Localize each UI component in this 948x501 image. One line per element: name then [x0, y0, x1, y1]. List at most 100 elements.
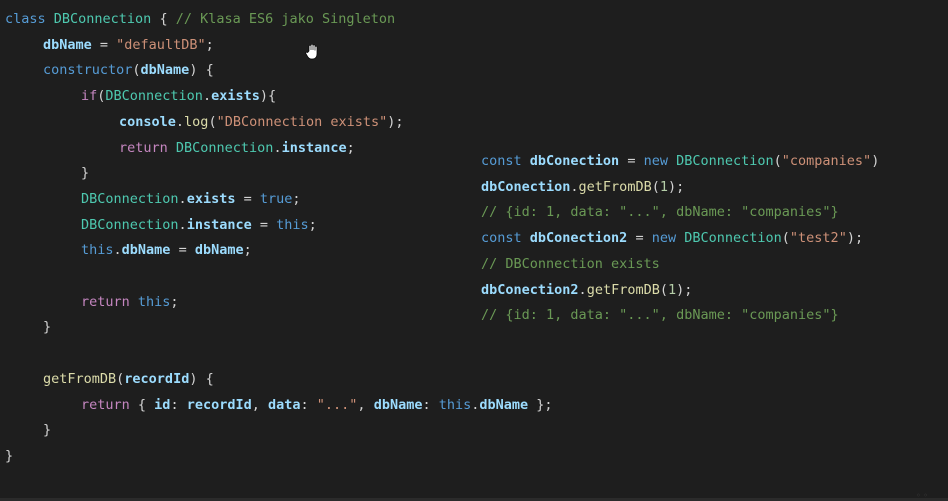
- code-token: ,: [357, 396, 374, 413]
- code-token: if: [81, 88, 98, 105]
- hand-pointer-icon: [305, 44, 318, 60]
- code-token: (: [208, 113, 217, 130]
- code-line: return this;: [81, 293, 179, 311]
- code-token: data: [268, 396, 301, 413]
- code-token: // {id: 1, data: "...", dbName: "compani…: [481, 204, 839, 221]
- code-token: ;: [308, 216, 317, 233]
- code-token: "DBConnection exists": [216, 113, 388, 130]
- code-token: DBConnection: [105, 88, 203, 105]
- code-token: .: [175, 113, 185, 130]
- code-token: this: [137, 293, 171, 310]
- code-token: "companies": [781, 153, 872, 169]
- code-token: =: [251, 216, 277, 233]
- code-line: // {id: 1, data: "...", dbName: "compani…: [481, 203, 839, 221]
- code-token: this: [81, 242, 114, 259]
- code-token: // {id: 1, data: "...", dbName: "compani…: [481, 307, 839, 324]
- code-token: .: [113, 242, 122, 259]
- code-token: "test2": [789, 230, 847, 247]
- code-line: console.log("DBConnection exists");: [119, 113, 404, 131]
- code-token: );: [667, 178, 685, 195]
- code-token: dbName: [194, 242, 244, 259]
- code-token: 1: [667, 281, 677, 298]
- code-line: getFromDB(recordId) {: [43, 370, 214, 388]
- code-token: =: [619, 153, 644, 169]
- code-token: .: [273, 139, 282, 156]
- corner-mark: ◦ ◦: [916, 491, 928, 500]
- code-token: :: [300, 396, 317, 413]
- code-token: dbConection: [481, 178, 571, 195]
- code-token: {: [151, 11, 176, 27]
- code-line: this.dbName = dbName;: [81, 241, 252, 259]
- code-line: return DBConnection.instance;: [119, 139, 355, 157]
- code-token: ,: [251, 396, 268, 413]
- code-token: };: [528, 396, 553, 413]
- code-token: }: [43, 319, 52, 336]
- code-token: DBConnection: [175, 139, 274, 156]
- code-editor[interactable]: class DBConnection { // Klasa ES6 jako S…: [0, 0, 948, 501]
- code-token: dbName: [373, 396, 423, 413]
- code-line: // {id: 1, data: "...", dbName: "compani…: [481, 306, 839, 324]
- code-line: dbConection.getFromDB(1);: [481, 178, 684, 196]
- code-token: new: [651, 230, 685, 247]
- code-token: :: [170, 396, 187, 413]
- code-token: ;: [170, 293, 179, 310]
- code-token: "...": [316, 396, 358, 413]
- code-token: recordId: [186, 396, 252, 413]
- code-token: dbName: [140, 62, 190, 79]
- code-token: DBConnection: [81, 190, 179, 207]
- code-token: ){: [259, 88, 277, 105]
- code-token: );: [846, 230, 864, 247]
- code-token: recordId: [124, 370, 190, 387]
- code-token: // Klasa ES6 jako Singleton: [175, 11, 396, 27]
- code-token: class: [5, 11, 54, 27]
- code-token: DBConnection: [81, 216, 179, 233]
- code-line: return { id: recordId, data: "...", dbNa…: [81, 396, 553, 414]
- code-token: id: [154, 396, 171, 413]
- code-line: }: [43, 318, 51, 336]
- code-token: .: [202, 88, 212, 105]
- code-token: =: [91, 36, 117, 53]
- code-token: (: [651, 178, 660, 195]
- code-token: dbName: [43, 36, 92, 53]
- code-line: const dbConection = new DBConnection("co…: [481, 152, 879, 170]
- code-token: :: [422, 396, 439, 413]
- code-token: log: [184, 113, 209, 130]
- code-token: .: [570, 178, 579, 195]
- code-token: }: [5, 447, 14, 464]
- code-line: dbConection2.getFromDB(1);: [481, 281, 692, 299]
- code-token: new: [643, 153, 677, 169]
- code-token: const: [481, 153, 530, 169]
- code-token: this: [438, 396, 472, 413]
- code-token: instance: [281, 139, 347, 156]
- code-token: "defaultDB": [116, 36, 206, 53]
- code-token: instance: [186, 216, 252, 233]
- code-token: .: [178, 216, 187, 233]
- code-token: exists: [211, 88, 260, 105]
- code-token: .: [178, 190, 187, 207]
- code-token: getFromDB: [43, 370, 117, 387]
- code-token: getFromDB: [578, 178, 652, 195]
- code-token: ;: [243, 242, 252, 259]
- code-token: getFromDB: [586, 281, 660, 298]
- code-token: true: [259, 190, 293, 207]
- code-token: return: [119, 139, 176, 156]
- code-token: DBConnection: [676, 153, 774, 169]
- code-line: DBConnection.instance = this;: [81, 216, 317, 234]
- code-token: =: [627, 230, 652, 247]
- code-token: console: [119, 113, 176, 130]
- code-token: 1: [659, 178, 668, 195]
- code-token: (: [659, 281, 668, 298]
- code-line: class DBConnection { // Klasa ES6 jako S…: [5, 10, 395, 28]
- code-token: ) {: [189, 370, 214, 387]
- code-line: }: [43, 421, 51, 439]
- code-token: );: [387, 113, 404, 130]
- code-token: DBConnection: [684, 230, 782, 247]
- code-line: if(DBConnection.exists){: [81, 87, 276, 105]
- code-line: }: [5, 447, 13, 465]
- code-token: ;: [205, 36, 214, 53]
- code-token: );: [676, 281, 693, 298]
- code-token: return: [81, 396, 138, 413]
- code-token: DBConnection: [53, 11, 152, 27]
- code-token: return: [81, 293, 138, 310]
- code-token: dbConection: [529, 153, 620, 169]
